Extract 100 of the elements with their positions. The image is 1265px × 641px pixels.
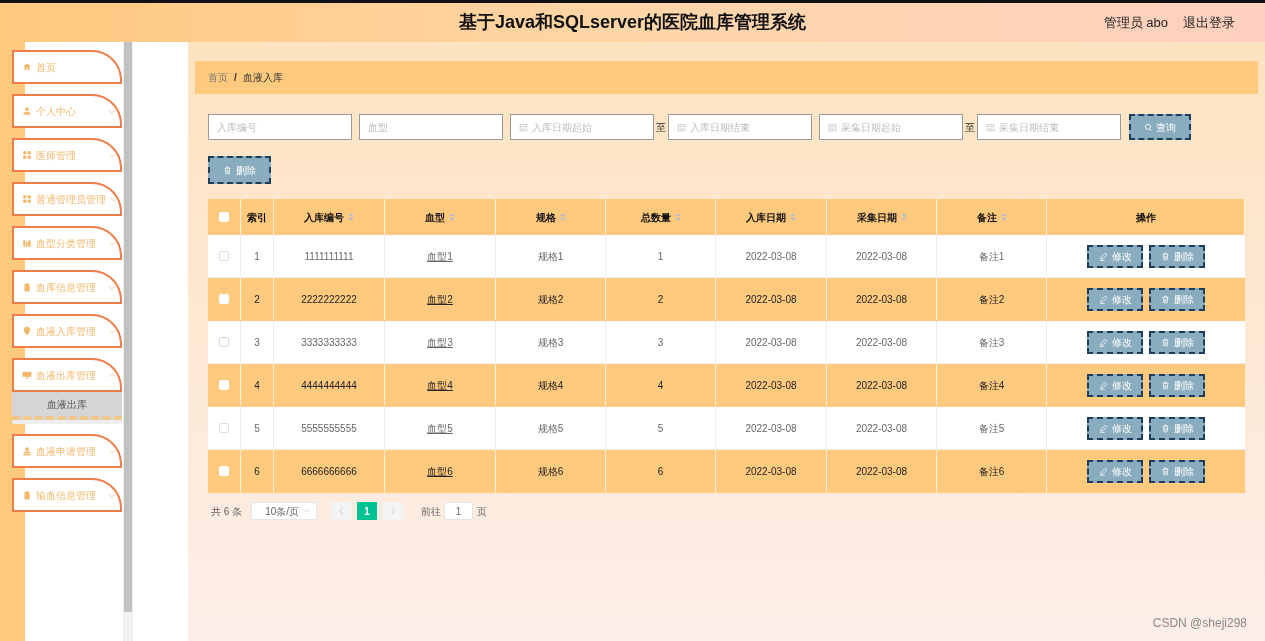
column-header[interactable]: 规格 xyxy=(535,209,566,225)
calendar-icon xyxy=(828,122,837,132)
pin-icon xyxy=(22,326,32,336)
search-button[interactable]: 查询 xyxy=(1129,114,1191,140)
menu-item[interactable]: 普通管理员管理 xyxy=(12,182,122,216)
delete-button[interactable]: 删除 xyxy=(208,156,271,184)
monitor-icon xyxy=(22,370,32,380)
home-icon xyxy=(22,62,32,72)
delete-button[interactable]: 删除 xyxy=(1149,244,1205,268)
chevron-icon xyxy=(108,492,116,498)
chevron-icon xyxy=(108,448,116,454)
cell-link[interactable]: 血型6 xyxy=(427,463,453,479)
submenu-item[interactable]: 血液出库 xyxy=(12,392,122,420)
menu-item[interactable]: 首页 xyxy=(12,50,122,84)
delete-button[interactable]: 删除 xyxy=(1149,459,1205,483)
breadcrumb-link[interactable]: 首页 xyxy=(208,70,228,85)
table-cell-text: 备注4 xyxy=(978,378,1005,393)
table-cell-text: 2022-03-08 xyxy=(855,464,908,479)
table-cell-text: 5 xyxy=(254,421,260,436)
next-page-button[interactable] xyxy=(383,502,404,520)
column-header[interactable]: 采集日期 xyxy=(856,209,907,225)
table-cell-text: 规格2 xyxy=(537,292,564,307)
chevron-icon xyxy=(108,328,116,334)
range-separator: 至 xyxy=(656,120,666,135)
edit-button[interactable]: 修改 xyxy=(1087,287,1143,311)
pencil-icon xyxy=(1098,294,1108,304)
clipboard-icon xyxy=(22,282,32,292)
table-cell-text: 2022-03-08 xyxy=(745,335,797,350)
scrollbar-thumb[interactable] xyxy=(124,42,132,612)
pencil-icon xyxy=(1098,337,1108,347)
sort-icon xyxy=(559,213,566,221)
sort-icon xyxy=(1000,213,1007,221)
pencil-icon xyxy=(1098,380,1108,390)
chevron-icon xyxy=(108,152,116,158)
table-cell-text: 2022-03-08 xyxy=(855,335,908,350)
menu-item[interactable]: 输血信息管理 xyxy=(12,478,122,512)
menu-item[interactable]: 血库信息管理 xyxy=(12,270,122,304)
trash-icon xyxy=(1160,337,1170,347)
checkbox[interactable] xyxy=(219,337,229,347)
menu-item[interactable]: 血液申请管理 xyxy=(12,434,122,468)
cell-link[interactable]: 血型5 xyxy=(427,420,453,436)
previous-page-button[interactable] xyxy=(331,502,352,520)
checkbox[interactable] xyxy=(219,251,229,261)
delete-button[interactable]: 删除 xyxy=(1149,416,1205,440)
grid-icon xyxy=(22,194,32,204)
cell-link[interactable]: 血型4 xyxy=(427,377,453,393)
trash-icon xyxy=(1160,251,1170,261)
table-cell-text: 规格1 xyxy=(537,249,564,264)
edit-button[interactable]: 修改 xyxy=(1087,244,1143,268)
pencil-icon xyxy=(1098,423,1108,433)
edit-button[interactable]: 修改 xyxy=(1087,330,1143,354)
cell-link[interactable]: 血型3 xyxy=(427,334,453,350)
cell-link[interactable]: 血型1 xyxy=(427,248,453,264)
table-cell-text: 1 xyxy=(254,249,260,264)
column-header[interactable]: 血型 xyxy=(425,209,455,225)
breadcrumb-current: 血液入库 xyxy=(242,71,283,85)
table-cell-text: 备注6 xyxy=(978,464,1005,479)
chevron-icon xyxy=(108,284,116,290)
menu-item[interactable]: 医师管理 xyxy=(12,138,122,172)
table-cell-text: 6666666666 xyxy=(301,464,357,479)
breadcrumb-separator: / xyxy=(234,71,237,85)
table-cell-text: 4444444444 xyxy=(301,378,357,393)
menu-item[interactable]: 血型分类管理 xyxy=(12,226,122,260)
table-cell-text: 2222222222 xyxy=(301,292,357,307)
grid-icon xyxy=(22,150,32,160)
checkbox[interactable] xyxy=(219,423,229,433)
menu-item[interactable]: 血液入库管理 xyxy=(12,314,122,348)
table-cell-text: 2022-03-08 xyxy=(855,421,908,436)
logout-link[interactable]: 退出登录 xyxy=(1183,12,1235,33)
edit-button[interactable]: 修改 xyxy=(1087,373,1143,397)
total-count: 共 6 条 xyxy=(211,504,243,519)
edit-button[interactable]: 修改 xyxy=(1087,459,1143,483)
menu-item[interactable]: 个人中心 xyxy=(12,94,122,128)
page-input[interactable]: 1 xyxy=(444,502,474,520)
credit-text: CSDN @sheji298 xyxy=(1152,615,1247,632)
cell-link[interactable]: 血型2 xyxy=(427,291,453,307)
column-header[interactable]: 入库日期 xyxy=(746,209,796,225)
table-cell-text: 1 xyxy=(657,249,664,264)
column-header[interactable]: 总数量 xyxy=(640,209,681,225)
table-cell-text: 2 xyxy=(254,292,260,307)
column-header[interactable]: 入库编号 xyxy=(304,209,354,225)
chevron-icon xyxy=(108,240,116,246)
bar-chart-icon xyxy=(22,238,32,248)
menu-item[interactable]: 血液出库管理 xyxy=(12,358,122,392)
page-button[interactable]: 1 xyxy=(357,502,378,520)
column-header[interactable]: 备注 xyxy=(976,209,1007,225)
page-size-select[interactable]: 10条/页 xyxy=(251,502,318,520)
user-icon xyxy=(22,106,32,116)
column-header: 索引 xyxy=(247,210,267,225)
calendar-icon xyxy=(519,122,528,132)
delete-button[interactable]: 删除 xyxy=(1149,287,1205,311)
page-suffix: 页 xyxy=(477,504,488,519)
edit-button[interactable]: 修改 xyxy=(1087,416,1143,440)
table-cell-text: 备注1 xyxy=(978,249,1005,264)
table-cell-text: 2022-03-08 xyxy=(855,378,908,393)
trash-icon xyxy=(1160,294,1170,304)
table-cell-text: 5555555555 xyxy=(301,421,357,436)
delete-button[interactable]: 删除 xyxy=(1149,330,1205,354)
delete-button[interactable]: 删除 xyxy=(1149,373,1205,397)
table-cell-text: 规格3 xyxy=(537,335,564,350)
